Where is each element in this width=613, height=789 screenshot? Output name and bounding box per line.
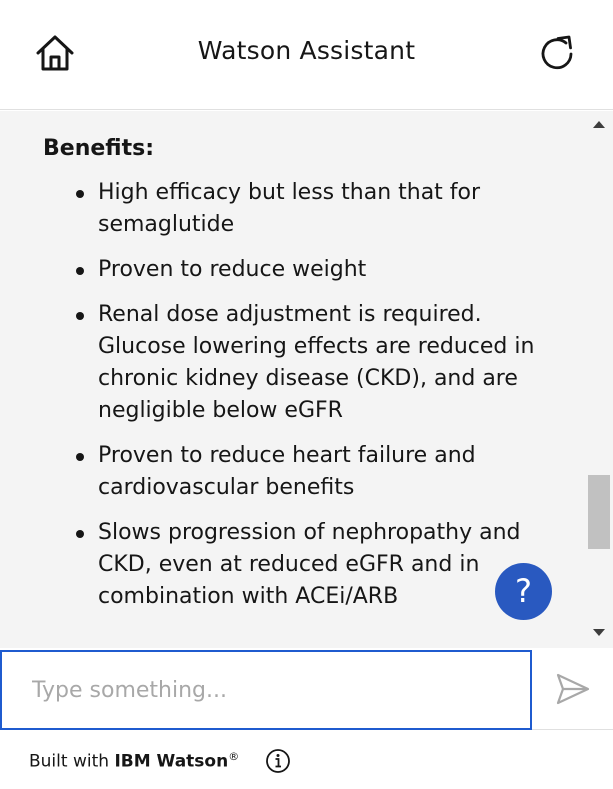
footer: Built with IBM Watson® <box>0 730 613 789</box>
message-area[interactable]: Benefits: High efficacy but less than th… <box>0 111 613 648</box>
input-bar <box>0 648 613 730</box>
send-icon <box>556 673 590 705</box>
info-icon <box>266 749 290 773</box>
list-item: Renal dose adjustment is required. Gluco… <box>43 299 543 427</box>
footer-brand: IBM Watson <box>114 751 229 772</box>
list-item: Proven to reduce heart failure and cardi… <box>43 440 543 504</box>
footer-built-with: Built with <box>29 751 115 772</box>
benefits-heading: Benefits: <box>43 136 154 161</box>
header-title: Watson Assistant <box>197 36 416 65</box>
footer-registered-mark: ® <box>228 750 240 763</box>
scrollbar-thumb[interactable] <box>588 475 610 549</box>
benefits-list: High efficacy but less than that for sem… <box>43 177 563 613</box>
send-button[interactable] <box>554 670 592 708</box>
help-button[interactable]: ? <box>495 563 552 620</box>
assistant-message: Benefits: High efficacy but less than th… <box>43 135 563 626</box>
info-button[interactable] <box>265 748 291 774</box>
restart-icon <box>541 35 573 70</box>
list-item: Proven to reduce weight <box>43 254 543 286</box>
restart-button[interactable] <box>536 31 578 75</box>
scrollbar[interactable] <box>585 111 613 648</box>
list-item: Slows progression of nephropathy and CKD… <box>43 517 543 613</box>
list-item: High efficacy but less than that for sem… <box>43 177 543 241</box>
footer-text: Built with IBM Watson® <box>29 750 239 772</box>
scroll-down-arrow-icon[interactable] <box>593 629 605 636</box>
message-input[interactable] <box>0 650 532 730</box>
chat-header: Watson Assistant <box>0 0 613 110</box>
scroll-up-arrow-icon[interactable] <box>593 121 605 128</box>
